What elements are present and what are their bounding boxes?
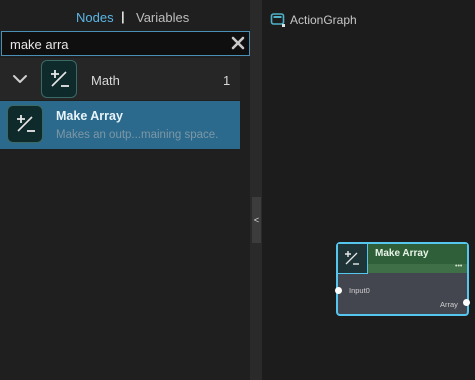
- search-input[interactable]: [10, 35, 220, 53]
- panel-tabs: Nodes | Variables: [0, 0, 250, 30]
- graph-node-make-array[interactable]: Make Array ••• Input0 Array: [335, 242, 470, 316]
- node-library-panel: Nodes | Variables Math 1 Make Array Make…: [0, 0, 250, 380]
- input-label: Input0: [349, 286, 370, 295]
- search-box: [1, 31, 250, 56]
- output-pin[interactable]: [463, 299, 470, 306]
- input-pin[interactable]: [335, 287, 342, 294]
- result-title: Make Array: [56, 109, 123, 123]
- output-label: Array: [440, 300, 458, 309]
- node-title: Make Array: [375, 248, 429, 259]
- tab-nodes[interactable]: Nodes: [76, 10, 114, 25]
- close-icon[interactable]: [230, 35, 246, 51]
- graph-canvas[interactable]: [262, 0, 475, 380]
- category-count: 1: [223, 73, 231, 88]
- tab-variables[interactable]: Variables: [136, 10, 189, 25]
- chevron-down-icon[interactable]: [12, 71, 28, 92]
- graph-title: ActionGraph: [290, 13, 357, 27]
- category-row-math[interactable]: Math 1: [0, 58, 240, 100]
- graph-icon: [270, 12, 286, 33]
- collapse-panel-button[interactable]: <: [252, 197, 261, 243]
- node-menu-button[interactable]: •••: [455, 263, 462, 270]
- panel-splitter[interactable]: [250, 0, 262, 380]
- plus-minus-icon: [41, 60, 77, 98]
- result-description: Makes an outp...maining space.: [56, 129, 219, 141]
- tab-separator: |: [121, 9, 125, 24]
- plus-minus-icon: [7, 105, 43, 143]
- plus-minus-icon: [338, 244, 368, 274]
- category-label: Math: [91, 73, 120, 88]
